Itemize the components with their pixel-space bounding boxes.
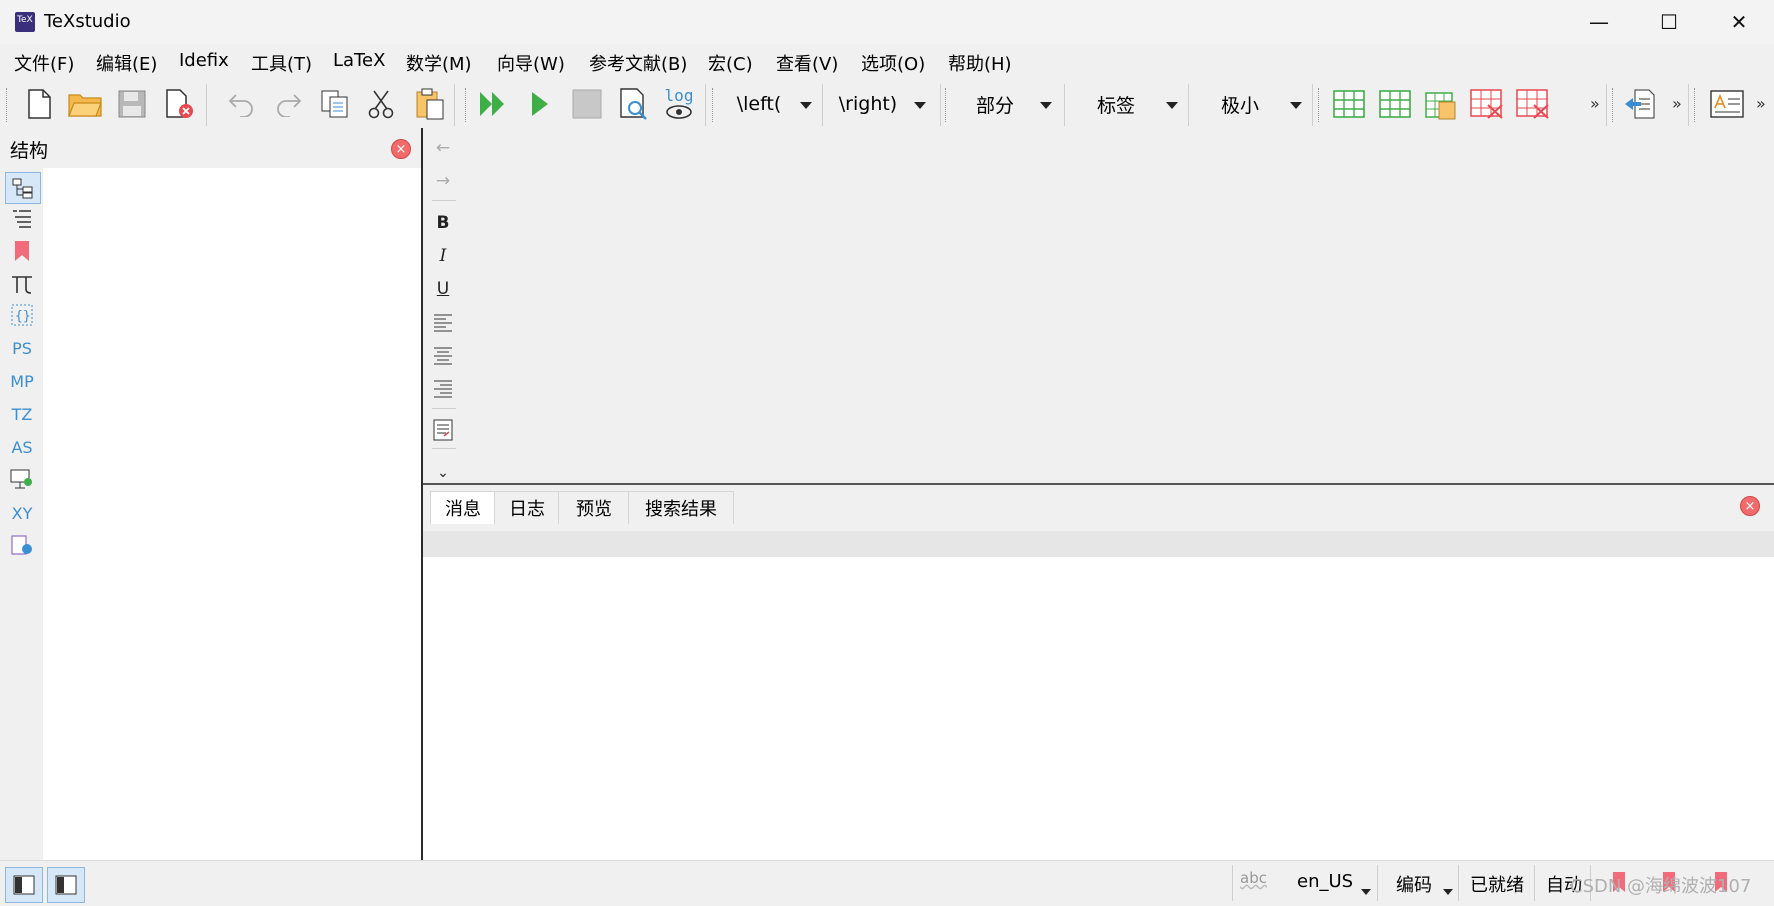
side-item-mp[interactable]: MP <box>5 366 39 396</box>
open-folder-icon[interactable] <box>66 86 104 122</box>
status-ready: 已就绪 <box>1470 875 1524 896</box>
svg-text:{}: {} <box>15 309 31 324</box>
undo-icon[interactable] <box>223 86 261 122</box>
table-icon[interactable] <box>1330 86 1368 122</box>
structure-side-toolbar: {} PS MP TZ AS XY <box>0 168 43 860</box>
view-pdf-icon[interactable] <box>615 86 653 122</box>
align-right-icon[interactable] <box>432 375 454 401</box>
right-delimiter-combo[interactable]: \right) <box>824 88 934 120</box>
main-toolbar: log \left( \right) 部分 标签 极小 » » » <box>0 80 1774 129</box>
structure-tree-icon[interactable] <box>5 172 41 204</box>
language-selector[interactable]: en_US <box>1297 871 1353 892</box>
toolbar-overflow-button-2[interactable]: » <box>1672 94 1682 113</box>
math-symbols-icon[interactable] <box>5 268 39 298</box>
close-file-icon[interactable] <box>160 86 198 122</box>
tab-messages[interactable]: 消息 <box>430 491 496 524</box>
side-item-as[interactable]: AS <box>5 432 39 462</box>
paste-icon[interactable] <box>411 86 449 122</box>
underline-icon[interactable]: U <box>432 276 454 302</box>
messages-view[interactable] <box>423 557 1774 860</box>
menu-help[interactable]: 帮助(H) <box>948 50 1012 76</box>
close-window-button[interactable]: ✕ <box>1704 0 1774 44</box>
maximize-button[interactable]: ☐ <box>1634 0 1704 44</box>
status-bar: abc en_US 编码 已就绪 自动 <box>0 860 1774 906</box>
menu-file[interactable]: 文件(F) <box>14 50 74 76</box>
table-delete-column-icon[interactable] <box>1514 86 1552 122</box>
view-log-icon[interactable]: log <box>660 86 698 122</box>
menu-idefix[interactable]: Idefix <box>179 50 229 71</box>
close-output-panel-icon[interactable]: × <box>1740 496 1760 516</box>
messages-header-strip <box>423 531 1774 557</box>
insert-text-icon[interactable] <box>432 417 454 443</box>
italic-icon[interactable]: I <box>432 243 454 269</box>
output-tab-bar: 消息 日志 预览 搜索结果 × <box>423 485 1774 525</box>
structure-panel-header: 结构 × <box>0 128 423 168</box>
side-item-xy[interactable]: XY <box>5 498 39 528</box>
menu-options[interactable]: 选项(O) <box>861 50 925 76</box>
insert-ref-icon[interactable] <box>1620 86 1658 122</box>
menu-latex[interactable]: LaTeX <box>333 50 385 71</box>
align-center-icon[interactable] <box>432 342 454 368</box>
table-paste-icon[interactable] <box>1422 86 1460 122</box>
structure-tree-view[interactable] <box>43 168 422 860</box>
toolbar-overflow-button[interactable]: » <box>1590 94 1600 113</box>
stop-compile-icon[interactable] <box>568 86 606 122</box>
structure-panel-title: 结构 <box>10 140 49 162</box>
redo-icon[interactable] <box>269 86 307 122</box>
forward-arrow-icon[interactable]: → <box>432 168 454 194</box>
toggle-structure-panel-icon[interactable] <box>5 867 43 903</box>
spellcheck-icon[interactable]: abc <box>1240 869 1267 887</box>
csdn-watermark: CSDN @海绵波波107 <box>1570 876 1752 897</box>
tab-search-results[interactable]: 搜索结果 <box>628 491 734 524</box>
table-add-column-icon[interactable] <box>1376 86 1414 122</box>
table-delete-row-icon[interactable] <box>1468 86 1506 122</box>
texstudio-app-icon: TeX <box>15 12 35 32</box>
side-item-tz[interactable]: TZ <box>5 399 39 429</box>
menu-view[interactable]: 查看(V) <box>776 50 838 76</box>
minimize-button[interactable]: — <box>1564 0 1634 44</box>
menu-edit[interactable]: 编辑(E) <box>96 50 157 76</box>
toggle-output-panel-icon[interactable] <box>47 867 85 903</box>
save-icon[interactable] <box>113 86 151 122</box>
menu-bibliography[interactable]: 参考文献(B) <box>589 50 687 76</box>
title-bar: TeX TeXstudio — ☐ ✕ <box>0 0 1774 45</box>
menu-tools[interactable]: 工具(T) <box>251 50 312 76</box>
side-item-ps[interactable]: PS <box>5 333 39 363</box>
tab-preview[interactable]: 预览 <box>558 491 630 524</box>
close-structure-panel-icon[interactable]: × <box>391 139 411 159</box>
new-file-icon[interactable] <box>20 86 58 122</box>
align-left-icon[interactable] <box>432 309 454 335</box>
text-frame-icon[interactable] <box>1708 86 1746 122</box>
menu-math[interactable]: 数学(M) <box>406 50 472 76</box>
menu-bar: 文件(F) 编辑(E) Idefix 工具(T) LaTeX 数学(M) 向导(… <box>0 44 1774 80</box>
tab-log[interactable]: 日志 <box>494 491 560 524</box>
bold-icon[interactable]: B <box>432 210 454 236</box>
compile-icon[interactable] <box>521 86 559 122</box>
toc-list-icon[interactable] <box>5 204 39 234</box>
font-size-combo[interactable]: 极小 <box>1190 88 1310 120</box>
toolbar-grip[interactable] <box>6 88 10 122</box>
encoding-selector[interactable]: 编码 <box>1396 871 1432 897</box>
menu-macros[interactable]: 宏(C) <box>708 50 753 76</box>
menu-wizards[interactable]: 向导(W) <box>497 50 565 76</box>
braces-icon[interactable]: {} <box>5 300 39 330</box>
label-combo[interactable]: 标签 <box>1066 88 1186 120</box>
user-macro-icon[interactable] <box>5 530 39 560</box>
section-combo[interactable]: 部分 <box>950 88 1060 120</box>
toolbar-overflow-button-3[interactable]: » <box>1756 94 1766 113</box>
copy-icon[interactable] <box>316 86 354 122</box>
left-delimiter-combo[interactable]: \left( <box>720 88 820 120</box>
editor-area[interactable] <box>423 128 1774 483</box>
bookmarks-icon[interactable] <box>5 236 39 266</box>
beamer-icon[interactable] <box>5 464 39 494</box>
build-and-view-icon[interactable] <box>474 86 512 122</box>
window-title: TeXstudio <box>44 11 131 32</box>
back-arrow-icon[interactable]: ← <box>432 135 454 161</box>
cut-icon[interactable] <box>362 86 400 122</box>
